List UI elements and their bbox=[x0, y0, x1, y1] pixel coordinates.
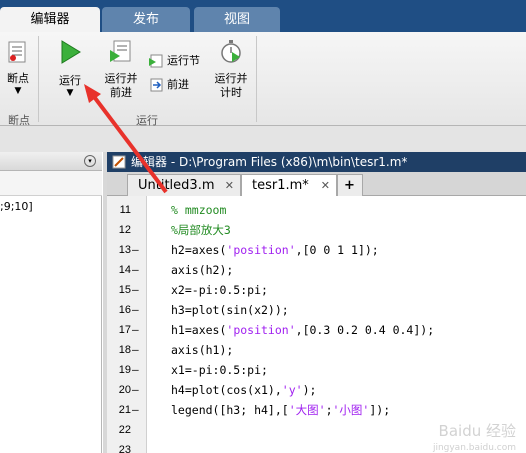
red-arrow-annotation bbox=[84, 84, 168, 194]
watermark-url: jingyan.baidu.com bbox=[432, 443, 516, 453]
matlab-window: 编辑器 发布 视图 断点 ▼ 断点 运行 ▼ 运行并 前进 运行节 前进 运行并… bbox=[0, 0, 526, 453]
watermark-logo: Baidu 经验 bbox=[438, 422, 516, 440]
